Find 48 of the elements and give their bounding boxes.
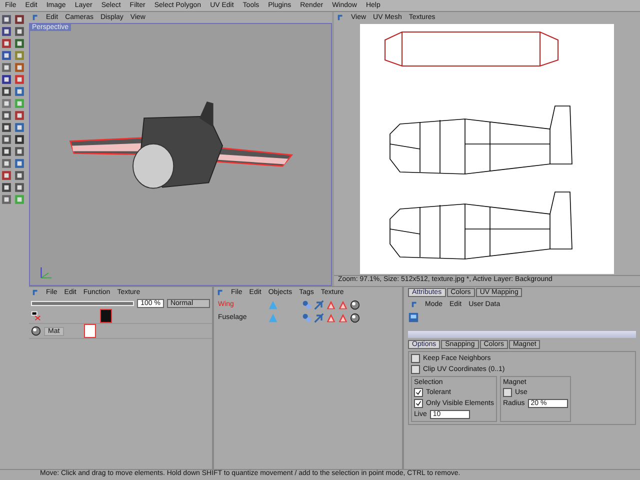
tool-icon[interactable] [14,38,25,49]
tool-icon[interactable] [1,170,12,181]
tool-icon[interactable] [14,110,25,121]
sphere-icon [31,326,41,336]
tag-icon [302,312,312,322]
tool-icon[interactable] [1,110,12,121]
tool-icon[interactable] [14,14,25,25]
tool-icon[interactable] [1,74,12,85]
checkbox[interactable] [502,388,512,397]
tool-icon[interactable] [1,38,12,49]
tool-icon[interactable] [14,86,25,97]
checkbox[interactable] [411,354,420,363]
checkbox[interactable] [414,388,423,397]
tool-icon[interactable] [1,26,12,37]
tag-icon [302,300,312,310]
texture-thumbnail [84,324,96,338]
axis-icon [38,265,54,281]
tool-icon[interactable] [14,158,25,169]
tool-icon[interactable] [14,134,25,145]
tool-icon[interactable] [1,50,12,61]
tool-icon[interactable] [1,86,12,97]
layer-icon [31,311,41,321]
tool-icon[interactable] [1,146,12,157]
tool-icon[interactable] [1,194,12,205]
tool-icon[interactable] [14,122,25,133]
tool-icon[interactable] [14,146,25,157]
tool-icon[interactable] [1,158,12,169]
warning-icon [326,312,336,322]
tool-icon[interactable] [1,14,12,25]
warning-icon [338,312,348,322]
sphere-icon [350,312,360,322]
tag-icon [314,312,324,322]
tool-icon[interactable] [14,170,25,181]
tool-icon[interactable] [14,26,25,37]
tool-icon[interactable] [1,122,12,133]
warning-icon [326,300,336,310]
tool-icon[interactable] [14,182,25,193]
tool-icon[interactable] [1,134,12,145]
opacity-slider[interactable] [32,302,133,305]
sphere-icon [350,300,360,310]
checkbox[interactable] [414,399,423,408]
tool-icon[interactable] [1,182,12,193]
warning-icon [338,300,348,310]
checkbox[interactable] [411,365,420,374]
tag-icon [314,300,324,310]
tool-icon[interactable] [1,62,12,73]
tool-icon [408,312,419,323]
texture-thumbnail [100,309,112,323]
